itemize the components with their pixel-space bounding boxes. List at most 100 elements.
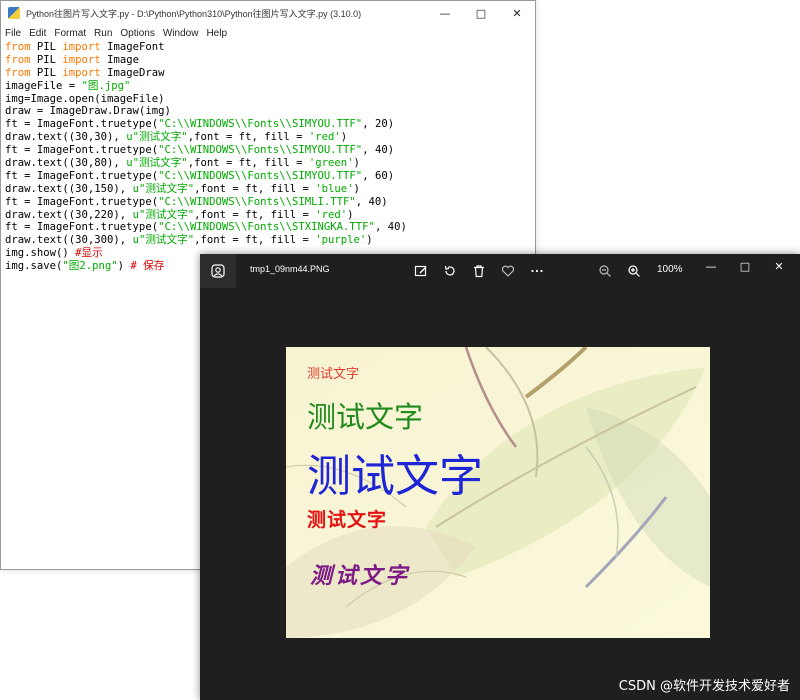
code-token: ,font = ft, fill = (194, 208, 316, 221)
code-token: , 40) (362, 144, 395, 157)
code-token: "C:\\WINDOWS\\Fonts\\STXINGKA.TTF" (158, 221, 375, 234)
code-token: Image (100, 53, 139, 66)
rotate-icon[interactable] (441, 262, 459, 280)
code-token: draw.text((30,80), (5, 157, 127, 170)
editor-menubar: File Edit Format Run Options Window Help (1, 25, 535, 41)
minimize-icon[interactable]: — (427, 1, 463, 25)
viewer-filename: tmp1_09nm44.PNG (250, 264, 330, 274)
code-token: img.save( (5, 260, 63, 273)
red-bold-text: 测试文字 (307, 509, 388, 531)
code-token: "C:\\WINDOWS\\Fonts\\SIMYOU.TTF" (158, 169, 363, 182)
code-token: 'green' (308, 157, 354, 170)
code-token: "图2.png" (62, 260, 118, 273)
code-token: , 40) (355, 195, 388, 208)
code-line: from PIL import ImageDraw (5, 67, 531, 80)
displayed-image: 测试文字 测试文字 测试文字 测试文字 测试文字 (286, 347, 710, 638)
green-text: 测试文字 (307, 400, 424, 434)
code-token: ft = ImageFont.truetype( (5, 144, 159, 157)
code-line: from PIL import ImageFont (5, 41, 531, 54)
code-line: ft = ImageFont.truetype("C:\\WINDOWS\\Fo… (5, 170, 531, 183)
code-token: ,font = ft, fill = (194, 182, 316, 195)
code-token: PIL (30, 41, 63, 53)
code-token: u"测试文字" (132, 182, 195, 195)
code-token: import (62, 66, 101, 79)
code-line: ft = ImageFont.truetype("C:\\WINDOWS\\Fo… (5, 196, 531, 209)
code-token: imageFile = (5, 79, 82, 92)
editor-titlebar[interactable]: Python往图片写入文字.py - D:\Python\Python310\P… (1, 1, 535, 25)
code-line: draw.text((30,300), u"测试文字",font = ft, f… (5, 234, 531, 247)
viewer-maximize-icon[interactable]: □ (728, 254, 762, 278)
code-editor[interactable]: from PIL import ImageFont from PIL import… (5, 41, 531, 273)
code-token: #显示 (75, 247, 103, 260)
code-token: import (62, 53, 101, 66)
code-token: ) (347, 208, 354, 221)
close-icon[interactable]: ✕ (499, 1, 535, 25)
code-line: draw.text((30,30), u"测试文字",font = ft, fi… (5, 131, 531, 144)
code-token: ) (353, 182, 360, 195)
code-token: # 保存 (130, 260, 165, 273)
editor-window-controls: — □ ✕ (427, 1, 535, 25)
code-token: "C:\\WINDOWS\\Fonts\\SIMYOU.TTF" (158, 144, 363, 157)
code-token: PIL (30, 53, 63, 66)
maximize-icon[interactable]: □ (463, 1, 499, 25)
code-token: PIL (30, 66, 63, 79)
edit-image-icon[interactable] (412, 262, 430, 280)
menu-help[interactable]: Help (206, 28, 227, 39)
code-token: ,font = ft, fill = (187, 131, 309, 144)
menu-file[interactable]: File (5, 28, 21, 39)
code-token: ) (340, 131, 348, 144)
code-token: from (5, 41, 31, 53)
csdn-watermark: CSDN @软件开发技术爱好者 (618, 679, 790, 694)
code-token: from (5, 66, 31, 79)
code-token: , 40) (374, 221, 407, 234)
code-token: 'red' (308, 131, 341, 144)
code-token: draw.text((30,300), (5, 234, 133, 247)
photos-app-icon (200, 254, 236, 288)
viewer-titlebar[interactable]: tmp1_09nm44.PNG 100% — □ ✕ (200, 254, 800, 288)
code-token: ) (117, 260, 131, 273)
code-token: ImageFont (100, 41, 165, 53)
editor-title: Python往图片写入文字.py - D:\Python\Python310\P… (26, 8, 362, 19)
code-token: draw.text((30,220), (5, 208, 133, 221)
code-token: draw = ImageDraw.Draw(img) (5, 105, 171, 118)
zoom-level: 100% (657, 264, 683, 275)
code-token: ) (366, 234, 373, 247)
code-line: draw = ImageDraw.Draw(img) (5, 105, 531, 118)
menu-format[interactable]: Format (54, 28, 86, 39)
code-token: ,font = ft, fill = (187, 157, 309, 170)
viewer-minimize-icon[interactable]: — (694, 254, 728, 278)
code-token: ft = ImageFont.truetype( (5, 169, 159, 182)
delete-icon[interactable] (470, 262, 488, 280)
code-token: img=Image.open(imageFile) (5, 92, 165, 105)
menu-window[interactable]: Window (163, 28, 199, 39)
code-token: , 60) (362, 169, 395, 182)
favorite-heart-icon[interactable] (499, 262, 517, 280)
code-token: 'blue' (315, 182, 354, 195)
viewer-close-icon[interactable]: ✕ (762, 254, 796, 278)
code-token: u"测试文字" (126, 131, 188, 144)
code-token: import (62, 41, 101, 53)
code-token: "C:\\WINDOWS\\Fonts\\SIMYOU.TTF" (158, 118, 363, 131)
red-small-text: 测试文字 (307, 367, 360, 382)
photo-viewer-window: tmp1_09nm44.PNG 100% — □ ✕ 测试文字 测试文字 测试文… (200, 254, 800, 700)
menu-edit[interactable]: Edit (29, 28, 46, 39)
code-token: from (5, 53, 31, 66)
zoom-in-icon[interactable] (625, 262, 643, 280)
code-token: , 20) (362, 118, 395, 131)
code-line: ft = ImageFont.truetype("C:\\WINDOWS\\Fo… (5, 221, 531, 234)
code-token: ImageDraw (100, 66, 165, 79)
code-token: ft = ImageFont.truetype( (5, 118, 159, 131)
zoom-out-icon[interactable] (596, 262, 614, 280)
menu-options[interactable]: Options (120, 28, 154, 39)
blue-large-text: 测试文字 (307, 451, 483, 502)
code-line: img=Image.open(imageFile) (5, 93, 531, 106)
code-line: draw.text((30,220), u"测试文字",font = ft, f… (5, 209, 531, 222)
code-line: draw.text((30,80), u"测试文字",font = ft, fi… (5, 157, 531, 170)
code-token: u"测试文字" (132, 208, 195, 221)
code-line: ft = ImageFont.truetype("C:\\WINDOWS\\Fo… (5, 118, 531, 131)
code-token: ft = ImageFont.truetype( (5, 221, 159, 234)
more-options-icon[interactable] (528, 262, 546, 280)
code-token: draw.text((30,150), (5, 182, 133, 195)
code-token: u"测试文字" (126, 157, 188, 170)
menu-run[interactable]: Run (94, 28, 112, 39)
